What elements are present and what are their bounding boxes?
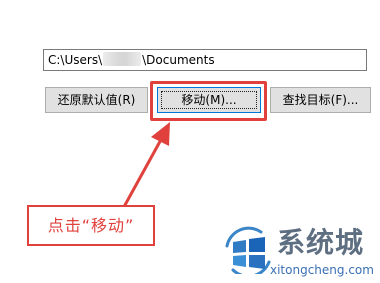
windows-logo-icon <box>225 226 271 274</box>
watermark-url: xitongcheng.com <box>270 263 374 277</box>
instruction-callout: 点击“移动” <box>27 205 155 246</box>
watermark-brand-name: 系统城 <box>277 226 365 259</box>
